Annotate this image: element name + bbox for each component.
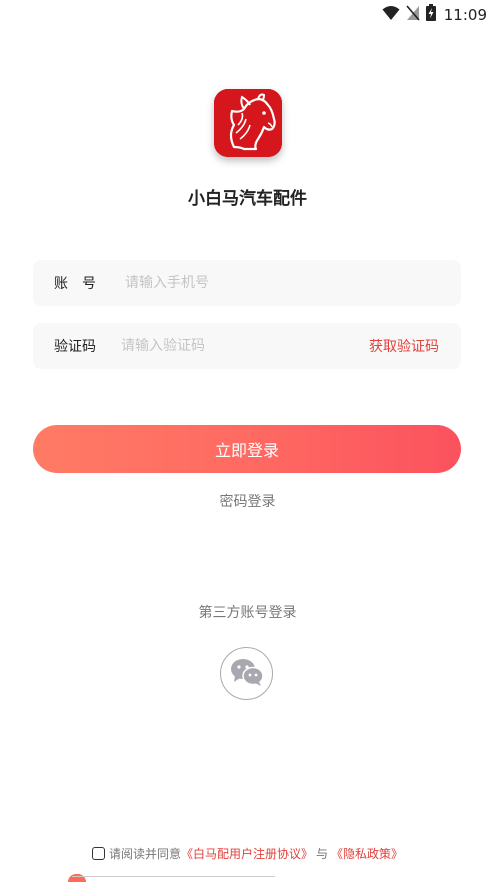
wifi-icon: [382, 5, 400, 25]
wechat-icon: [230, 657, 264, 691]
password-login-link[interactable]: 密码登录: [0, 491, 495, 511]
account-field: 账 号: [33, 260, 461, 306]
battery-charging-icon: [425, 4, 436, 25]
code-input[interactable]: [121, 323, 341, 369]
get-code-button[interactable]: 获取验证码: [369, 336, 439, 356]
agreement-row: 请阅读并同意 《白马配用户注册协议》 与 《隐私政策》: [0, 845, 495, 862]
account-label: 账 号: [54, 276, 96, 292]
app-name: 小白马汽车配件: [188, 189, 307, 209]
app-logo: [214, 89, 282, 157]
user-agreement-link[interactable]: 《白马配用户注册协议》: [181, 845, 313, 862]
wechat-login-button[interactable]: [220, 647, 273, 700]
phone-input[interactable]: [125, 260, 445, 306]
agreement-prefix: 请阅读并同意: [108, 847, 181, 861]
third-party-title: 第三方账号登录: [198, 605, 297, 621]
no-sim-icon: [406, 4, 420, 25]
privacy-policy-link[interactable]: 《隐私政策》: [331, 845, 403, 862]
agreement-conjunction: 与: [316, 847, 329, 861]
status-icons: 11:09: [382, 4, 487, 25]
agreement-checkbox[interactable]: [91, 847, 105, 860]
white-horse-logo: [214, 89, 282, 157]
status-time: 11:09: [443, 5, 487, 24]
code-field: 验证码 获取验证码: [33, 323, 461, 369]
login-button[interactable]: 立即登录: [33, 425, 461, 473]
status-bar: 11:09: [0, 0, 495, 28]
code-label: 验证码: [54, 339, 96, 355]
